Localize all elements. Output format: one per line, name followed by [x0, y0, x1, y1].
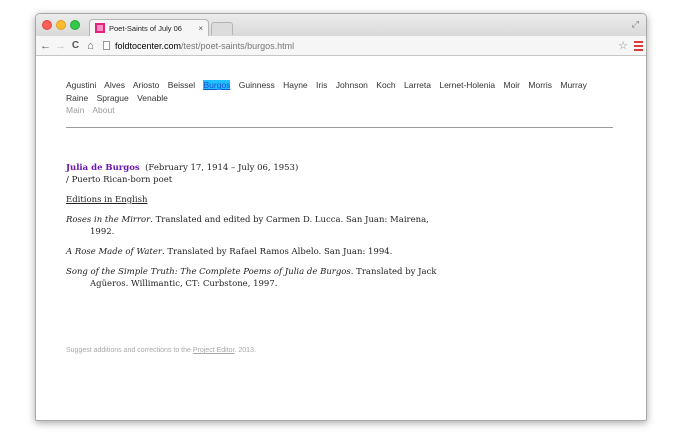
poet-link-moir[interactable]: Moir [503, 80, 520, 90]
close-window-button[interactable] [42, 20, 52, 30]
favicon-icon [95, 23, 105, 33]
poet-navigation: Agustini Alves Ariosto Beissel Burgos Gu… [66, 79, 616, 105]
window-controls [42, 20, 80, 30]
poet-dates: (February 17, 1914 – July 06, 1953) [145, 163, 299, 173]
bookmark-star-icon[interactable]: ☆ [618, 39, 628, 52]
work-details: . Translated by Rafael Ramos Albelo. San… [161, 247, 393, 257]
poet-link-beissel[interactable]: Beissel [168, 80, 195, 90]
project-editor-link[interactable]: Project Editor [193, 347, 235, 354]
work-item: Song of the Simple Truth: The Complete P… [66, 266, 446, 290]
browser-window: Poet-Saints of July 06 × ⤢ ← → C ⌂ foldt… [35, 13, 647, 421]
divider [66, 127, 613, 128]
tab-close-icon[interactable]: × [198, 24, 203, 33]
work-item: Roses in the Mirror. Translated and edit… [66, 214, 446, 238]
editions-heading: Editions in English [66, 195, 148, 205]
poet-link-ariosto[interactable]: Ariosto [133, 80, 159, 90]
title-bar: Poet-Saints of July 06 × ⤢ [36, 14, 646, 36]
main-link[interactable]: Main [66, 105, 84, 115]
url-domain: foldtocenter.com [115, 40, 182, 51]
home-icon[interactable]: ⌂ [84, 40, 97, 52]
browser-tab[interactable]: Poet-Saints of July 06 × [89, 19, 209, 36]
poet-link-lernet-holenia[interactable]: Lernet-Holenia [439, 80, 495, 90]
footer-text-before: Suggest additions and corrections to the [66, 347, 193, 354]
poet-link-venable[interactable]: Venable [137, 93, 168, 103]
poet-entry: Julia de Burgos (February 17, 1914 – Jul… [66, 162, 446, 290]
poet-link-alves[interactable]: Alves [104, 80, 125, 90]
works-list: Roses in the Mirror. Translated and edit… [66, 214, 446, 290]
work-title: A Rose Made of Water [66, 247, 162, 257]
url-text[interactable]: foldtocenter.com/test/poet-saints/burgos… [115, 41, 294, 51]
poet-link-burgos[interactable]: Burgos [203, 80, 231, 90]
new-tab-button[interactable] [211, 22, 233, 35]
work-item: A Rose Made of Water. Translated by Rafa… [66, 246, 446, 258]
poet-heading: Julia de Burgos (February 17, 1914 – Jul… [66, 162, 446, 174]
poet-link-raine[interactable]: Raine [66, 93, 88, 103]
poet-link-murray[interactable]: Murray [560, 80, 586, 90]
minimize-window-button[interactable] [56, 20, 66, 30]
back-icon[interactable]: ← [39, 40, 52, 52]
poet-link-agustini[interactable]: Agustini [66, 80, 96, 90]
menu-icon[interactable] [634, 40, 643, 51]
work-title: Roses in the Mirror [66, 215, 151, 225]
poet-description: / Puerto Rican-born poet [66, 175, 173, 185]
work-title: Song of the Simple Truth: The Complete P… [66, 267, 351, 277]
page-content: Agustini Alves Ariosto Beissel Burgos Gu… [36, 57, 646, 420]
poet-link-larreta[interactable]: Larreta [404, 80, 431, 90]
poet-link-sprague[interactable]: Sprague [97, 93, 129, 103]
poet-link-iris[interactable]: Iris [316, 80, 327, 90]
poet-link-morris[interactable]: Morris [528, 80, 552, 90]
fullscreen-icon[interactable]: ⤢ [632, 19, 639, 30]
poet-link-guinness[interactable]: Guinness [239, 80, 275, 90]
page-footer: Suggest additions and corrections to the… [66, 347, 256, 354]
about-link[interactable]: About [92, 105, 114, 115]
sub-navigation: Main About [66, 105, 121, 115]
forward-icon[interactable]: → [54, 40, 67, 52]
reload-icon[interactable]: C [69, 40, 82, 51]
footer-text-after: . 2013. [234, 347, 256, 354]
maximize-window-button[interactable] [70, 20, 80, 30]
url-path: /test/poet-saints/burgos.html [181, 40, 295, 51]
poet-link-koch[interactable]: Koch [376, 80, 395, 90]
address-bar[interactable]: foldtocenter.com/test/poet-saints/burgos… [103, 39, 618, 53]
page-icon [103, 41, 110, 50]
tab-title: Poet-Saints of July 06 [109, 23, 182, 33]
browser-toolbar: ← → C ⌂ foldtocenter.com/test/poet-saint… [36, 36, 646, 56]
poet-link-johnson[interactable]: Johnson [336, 80, 368, 90]
poet-name: Julia de Burgos [66, 163, 140, 173]
poet-link-hayne[interactable]: Hayne [283, 80, 308, 90]
